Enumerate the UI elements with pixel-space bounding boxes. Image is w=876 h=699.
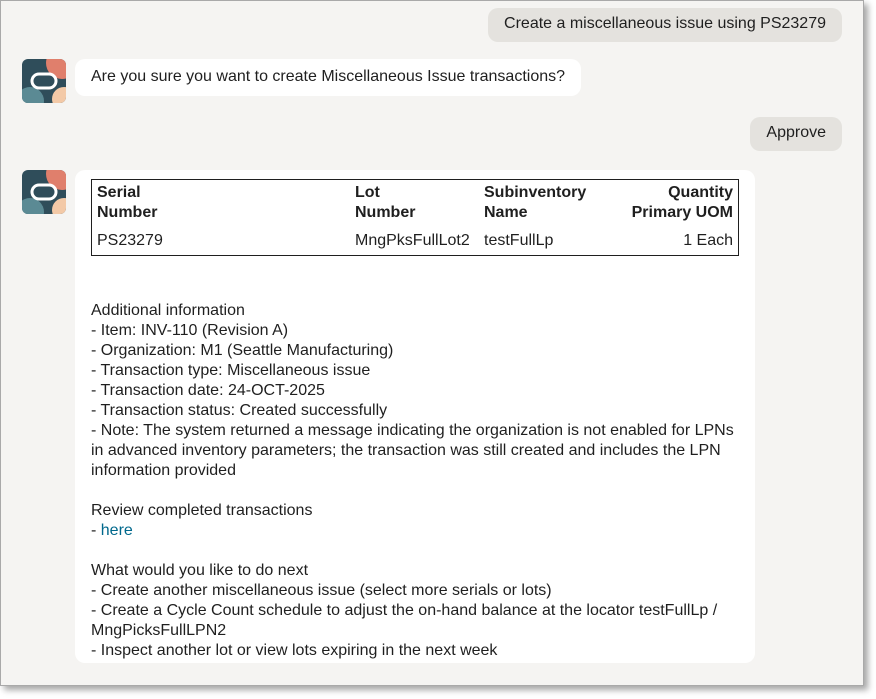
info-line-transaction-date: - Transaction date: 24-OCT-2025	[91, 382, 325, 399]
user-message-approve: Approve	[750, 117, 842, 151]
additional-info-heading: Additional information	[91, 302, 245, 319]
assistant-message-text: Are you sure you want to create Miscella…	[91, 68, 566, 85]
user-message-text: Approve	[766, 124, 826, 141]
assistant-avatar-icon	[22, 59, 66, 103]
assistant-result-message: Serial Number Lot Number Subinventory Na…	[75, 170, 755, 663]
info-line-item: - Item: INV-110 (Revision A)	[91, 322, 289, 339]
transaction-result-table: Serial Number Lot Number Subinventory Na…	[91, 179, 739, 256]
header-quantity-primary-uom: Quantity Primary UOM	[631, 184, 733, 221]
user-message-text: Create a miscellaneous issue using PS232…	[504, 15, 826, 32]
header-serial-number: Serial Number	[97, 184, 158, 221]
assistant-avatar-icon	[22, 170, 66, 214]
header-subinventory-name: Subinventory Name	[484, 184, 587, 221]
info-line-transaction-status: - Transaction status: Created successful…	[91, 402, 388, 419]
result-details: Additional information - Item: INV-110 (…	[91, 301, 739, 661]
cell-lot: MngPksFullLot2	[355, 232, 470, 249]
cell-quantity: 1 Each	[683, 232, 733, 249]
info-line-organization: - Organization: M1 (Seattle Manufacturin…	[91, 342, 394, 359]
cell-serial: PS23279	[97, 232, 163, 249]
user-message: Create a miscellaneous issue using PS232…	[488, 8, 842, 42]
next-steps-heading: What would you like to do next	[91, 562, 309, 579]
review-heading: Review completed transactions	[91, 502, 313, 519]
table-row: PS23279 MngPksFullLot2 testFullLp 1 Each	[92, 225, 739, 256]
review-link-line: - here	[91, 522, 133, 539]
table-header-row: Serial Number Lot Number Subinventory Na…	[92, 180, 739, 226]
review-transactions-link[interactable]: here	[101, 522, 133, 539]
next-step-item: - Create a Cycle Count schedule to adjus…	[91, 602, 718, 639]
assistant-message: Are you sure you want to create Miscella…	[75, 59, 582, 96]
next-step-item: - Create another miscellaneous issue (se…	[91, 582, 552, 599]
header-lot-number: Lot Number	[355, 184, 416, 221]
info-line-transaction-type: - Transaction type: Miscellaneous issue	[91, 362, 371, 379]
next-step-item: - Inspect another lot or view lots expir…	[91, 642, 498, 659]
chat-window: Create a miscellaneous issue using PS232…	[0, 0, 864, 686]
info-line-note: - Note: The system returned a message in…	[91, 422, 734, 479]
cell-subinventory: testFullLp	[484, 232, 554, 249]
